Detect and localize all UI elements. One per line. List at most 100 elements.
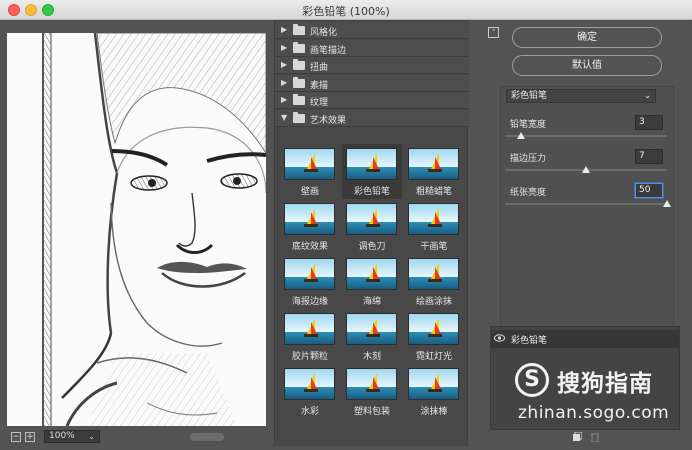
folder-icon [293,24,305,35]
filter-preview-canvas[interactable] [7,33,266,426]
filter-thumbnail-label: 海报边缘 [291,297,328,307]
filter-thumbnail-2[interactable]: 粗糙蜡笔 [404,144,464,199]
filter-thumbnail-label: 塑料包装 [353,407,390,417]
trash-icon[interactable] [590,432,600,442]
zoom-level-value: 100% [49,431,75,441]
param-slider-track[interactable] [505,132,667,139]
filter-thumbnail-5[interactable]: 干画笔 [404,199,464,254]
new-effect-layer-icon[interactable] [572,432,582,442]
filter-category-label: 素描 [310,80,329,91]
effect-layer-name: 彩色铅笔 [511,336,548,346]
effect-layer-row[interactable]: 彩色铅笔 [491,330,679,348]
filter-thumbnail-label: 海绵 [362,297,381,307]
sailboat-preview-image [346,203,397,235]
folder-icon [293,76,305,88]
filter-thumbnail-8[interactable]: 绘画涂抹 [404,254,464,309]
sogou-watermark: S 搜狗指南 zhinan.sogo.com [515,360,690,430]
param-label: 铅笔宽度 [510,120,547,130]
sailboat-preview-image [408,148,459,180]
param-slider-handle[interactable] [663,200,671,207]
disclosure-arrow-icon[interactable]: ▶ [281,25,287,34]
title-bar: 彩色铅笔 (100%) [0,0,692,20]
param-value-input[interactable]: 50 [635,183,663,198]
sailboat-preview-image [284,368,335,400]
param-slider-handle[interactable] [582,166,590,173]
filter-type-select[interactable]: 彩色铅笔 ⌄ [506,89,656,103]
filter-thumbnail-0[interactable]: 壁画 [280,144,340,199]
watermark-url: zhinan.sogo.com [518,403,670,423]
eye-icon[interactable] [494,334,505,342]
chevron-down-icon: ⌄ [88,432,95,441]
collapse-gallery-button[interactable]: ⌃ [488,27,499,38]
filter-thumbnail-label: 霓虹灯光 [415,352,452,362]
filter-thumbnail-1[interactable]: 彩色铅笔 [342,144,402,199]
sailboat-preview-image [346,313,397,345]
filter-thumbnail-10[interactable]: 木刻 [342,309,402,364]
filter-thumbnail-12[interactable]: 水彩 [280,364,340,419]
filter-category-label: 纹理 [310,98,329,108]
sailboat-preview-image [408,258,459,290]
filter-thumbnail-label: 调色刀 [358,242,386,252]
disclosure-arrow-icon[interactable]: ▼ [281,113,287,122]
zoom-out-button[interactable]: − [11,432,21,442]
filter-thumbnail-7[interactable]: 海绵 [342,254,402,309]
zoom-in-button[interactable]: + [25,432,35,442]
disclosure-arrow-icon[interactable]: ▶ [281,60,287,69]
filter-thumbnail-label: 干画笔 [420,242,448,252]
filter-thumbnail-4[interactable]: 调色刀 [342,199,402,254]
filter-category-label: 扭曲 [310,63,329,73]
filter-category-3[interactable]: ▶ 素描 [275,74,469,92]
filter-thumbnail-label: 壁画 [300,187,319,197]
filter-category-0[interactable]: ▶ 风格化 [275,22,469,39]
sailboat-preview-image [346,148,397,180]
filter-thumbnail-label: 涂抹棒 [420,407,448,417]
sailboat-preview-image [284,148,335,180]
param-value-input[interactable]: 3 [635,115,663,130]
filter-thumbnail-label: 胶片颗粒 [291,352,328,362]
param-label: 描边压力 [510,154,547,164]
filter-thumbnail-label: 木刻 [362,352,381,362]
filter-thumbnail-3[interactable]: 底纹效果 [280,199,340,254]
horizontal-scrollbar[interactable] [190,433,224,441]
filter-thumbnail-9[interactable]: 胶片颗粒 [280,309,340,364]
filter-thumbnail-11[interactable]: 霓虹灯光 [404,309,464,364]
disclosure-arrow-icon[interactable]: ▶ [281,78,287,87]
filter-category-label: 艺术效果 [310,115,347,126]
filter-category-5[interactable]: ▼ 艺术效果 [275,109,469,127]
param-value-input[interactable]: 7 [635,149,663,164]
ok-button[interactable]: 确定 [512,27,662,48]
filter-thumbnail-label: 绘画涂抹 [415,297,452,307]
filter-thumbnail-13[interactable]: 塑料包装 [342,364,402,419]
filter-thumbnail-label: 水彩 [300,407,319,417]
sailboat-preview-image [284,258,335,290]
chevron-down-icon: ⌄ [644,91,651,100]
sogou-logo: S [515,363,549,397]
sailboat-preview-image [346,368,397,400]
filter-category-4[interactable]: ▶ 纹理 [275,92,469,109]
preview-zoom-bar: − + 100% ⌄ [7,430,266,444]
param-label: 纸张亮度 [510,188,547,198]
filter-options-box: 彩色铅笔 ⌄ 铅笔宽度 3 描边压力 7 纸张亮度 50 [500,86,674,338]
filter-thumbnail-6[interactable]: 海报边缘 [280,254,340,309]
filter-thumbnail-label: 粗糙蜡笔 [415,187,452,197]
filter-category-2[interactable]: ▶ 扭曲 [275,57,469,74]
filter-category-label: 画笔描边 [310,45,347,56]
filter-category-1[interactable]: ▶ 画笔描边 [275,39,469,57]
filter-thumbnail-14[interactable]: 涂抹棒 [404,364,464,419]
param-slider-track[interactable] [505,166,667,173]
param-slider-handle[interactable] [517,132,526,139]
default-button[interactable]: 默认值 [512,55,662,76]
disclosure-arrow-icon[interactable]: ▶ [281,43,287,52]
folder-icon [293,94,305,105]
filter-thumbnail-label: 彩色铅笔 [353,187,390,197]
folder-icon [293,111,305,123]
sailboat-preview-image [346,258,397,290]
folder-icon [293,59,305,70]
folder-icon [293,41,305,53]
window-title: 彩色铅笔 (100%) [302,5,390,18]
sailboat-preview-image [284,313,335,345]
zoom-level-select[interactable]: 100% ⌄ [44,430,100,443]
disclosure-arrow-icon[interactable]: ▶ [281,95,287,104]
param-slider-track[interactable] [505,200,671,207]
filter-category-label: 风格化 [310,28,338,38]
